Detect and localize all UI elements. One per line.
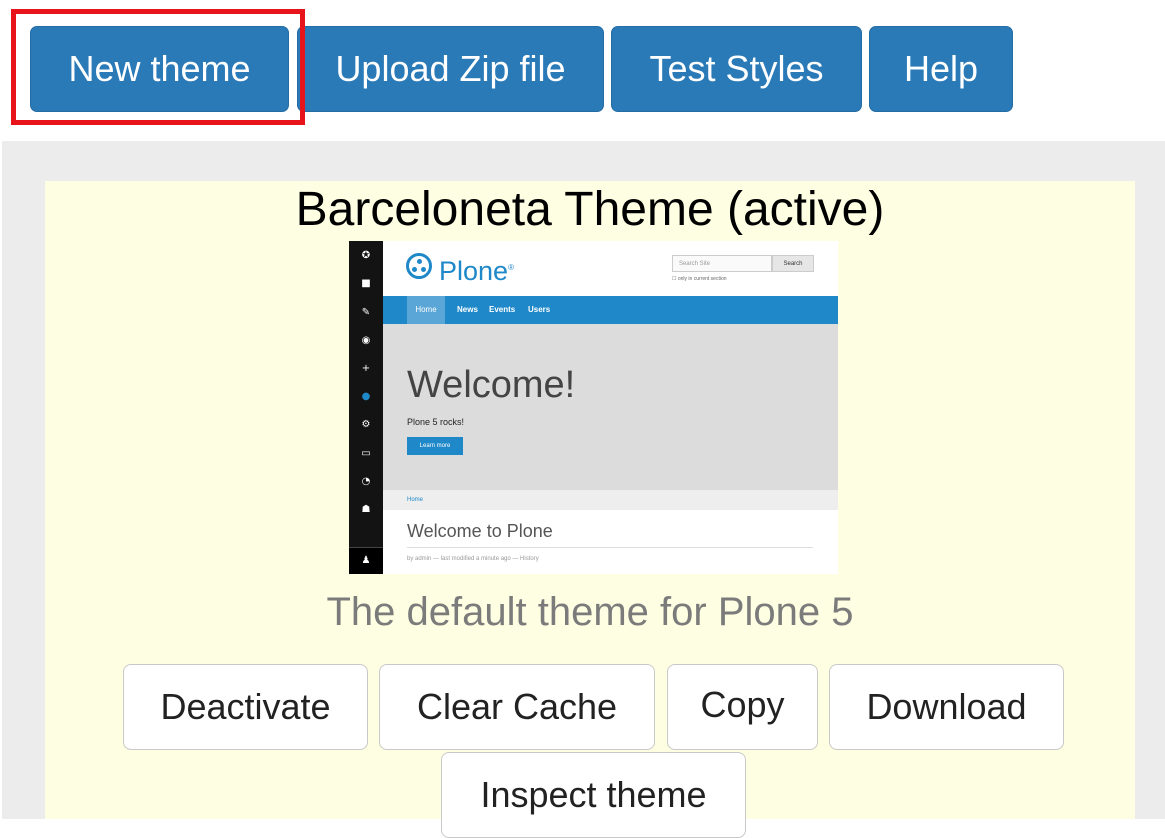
theme-toolbar: New theme Upload Zip file Test Styles He… — [0, 0, 1165, 140]
user-icon: ♟ — [361, 555, 371, 566]
deactivate-button[interactable]: Deactivate — [123, 664, 368, 750]
theme-title: Barceloneta Theme (active) — [295, 183, 885, 236]
theme-description: The default theme for Plone 5 — [326, 590, 854, 634]
preview-hero-text: Plone 5 rocks! — [407, 417, 465, 427]
download-button[interactable]: Download — [829, 664, 1064, 750]
add-icon: + — [361, 363, 371, 374]
preview-hero-title: Welcome! — [407, 364, 576, 406]
preview-nav-news: News — [457, 305, 478, 314]
preview-search-option: ☐ only in current section — [672, 276, 727, 282]
edit-icon: ✎ — [361, 307, 371, 318]
history-icon: ◔ — [361, 476, 371, 487]
plone-logo-text: Plone® — [439, 256, 514, 286]
test-styles-button[interactable]: Test Styles — [611, 26, 862, 112]
display-icon: ▭ — [361, 448, 371, 459]
highlight-box — [11, 9, 305, 125]
preview-search-button: Search — [772, 255, 814, 272]
clear-cache-button[interactable]: Clear Cache — [379, 664, 655, 750]
preview-nav-home: Home — [407, 296, 445, 324]
preview-hero-button: Learn more — [407, 437, 463, 455]
preview-page-title: Welcome to Plone — [407, 521, 553, 541]
state-icon: ● — [361, 391, 371, 402]
plone-logo-icon — [406, 253, 432, 279]
inspect-theme-button[interactable]: Inspect theme — [441, 752, 746, 838]
preview-toolbar: ✪ ■ ✎ ◉ + ● ⚙ ▭ ◔ ☗ ♟ — [349, 241, 383, 574]
copy-button[interactable]: Copy — [667, 664, 818, 750]
preview-divider — [407, 547, 813, 548]
preview-nav-users: Users — [528, 305, 551, 314]
preview-nav-events: Events — [489, 305, 516, 314]
theme-preview-image[interactable]: ✪ ■ ✎ ◉ + ● ⚙ ▭ ◔ ☗ ♟ Plone® Search Site… — [349, 241, 838, 574]
preview-byline: by admin — last modified a minute ago — … — [407, 556, 539, 562]
preview-nav: Home News Events Users — [383, 296, 838, 324]
user-menu: ♟ — [349, 547, 383, 574]
folder-icon: ■ — [361, 278, 371, 289]
upload-zip-button[interactable]: Upload Zip file — [297, 26, 604, 112]
plone-icon: ✪ — [361, 250, 371, 261]
preview-hero: Welcome! Plone 5 rocks! Learn more — [383, 324, 838, 490]
actions-icon: ⚙ — [361, 419, 371, 430]
view-icon: ◉ — [361, 335, 371, 346]
preview-breadcrumb: Home — [383, 490, 838, 510]
help-button[interactable]: Help — [869, 26, 1013, 112]
sharing-icon: ☗ — [361, 504, 371, 515]
preview-search-input: Search Site — [672, 255, 772, 272]
